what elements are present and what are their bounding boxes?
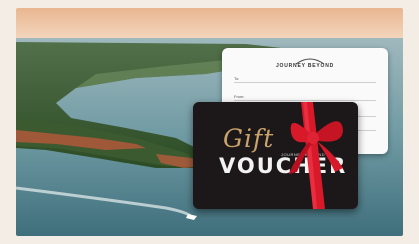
from-label: From:: [234, 94, 245, 99]
red-ribbon-bow-icon: [289, 102, 343, 209]
brand-name: JOURNEY BEYOND: [275, 63, 335, 69]
to-line: [234, 82, 376, 83]
gift-voucher-card: Gift JOURNEY BEYOND VOUCHER: [193, 102, 358, 209]
from-line: [234, 100, 376, 101]
to-label: To:: [234, 76, 240, 81]
